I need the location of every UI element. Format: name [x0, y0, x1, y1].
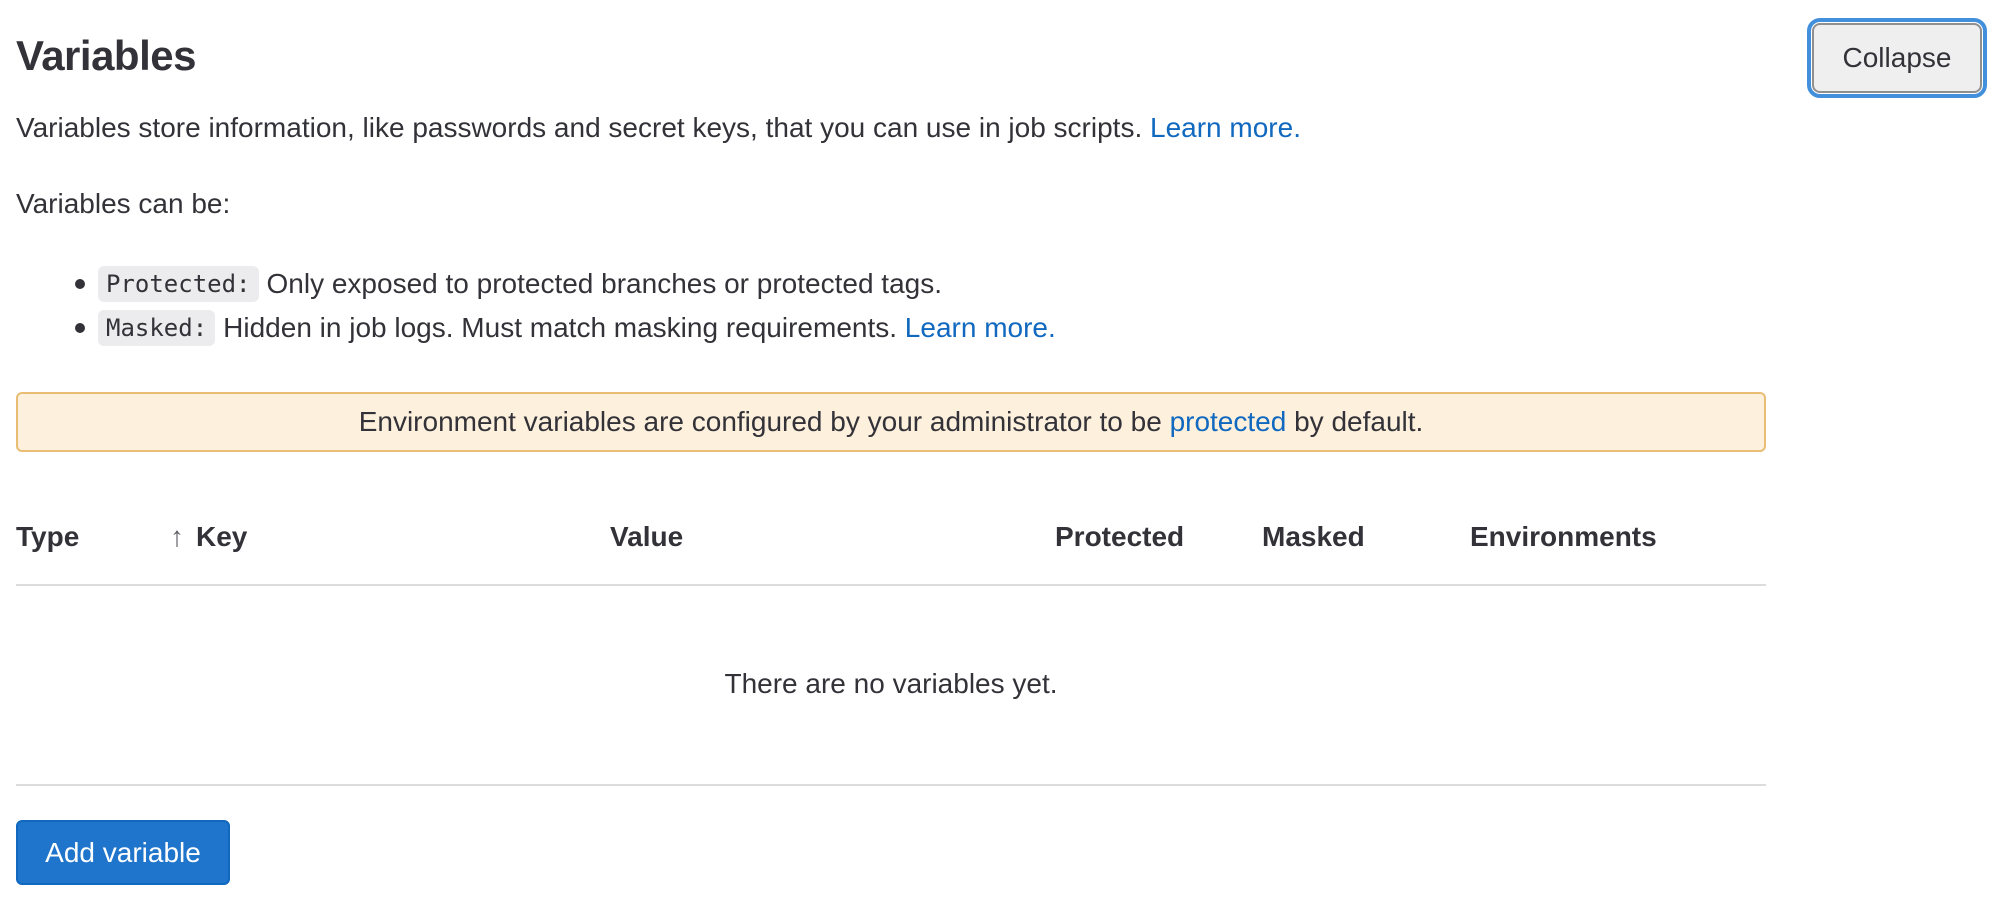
protected-description: Only exposed to protected branches or pr… — [266, 268, 943, 299]
arrow-up-icon: ↑ — [170, 521, 184, 552]
table-bottom-divider — [16, 784, 1766, 786]
masked-description: Hidden in job logs. Must match masking r… — [223, 312, 898, 343]
variable-options-list: Protected: Only exposed to protected bra… — [0, 262, 1056, 350]
variables-table-header: Type ↑ Key Value Protected Masked Enviro… — [16, 515, 1766, 583]
column-header-value[interactable]: Value — [610, 521, 683, 553]
masked-code: Masked: — [98, 310, 216, 346]
description-text: Variables store information, like passwo… — [16, 112, 1143, 143]
list-item-protected: Protected: Only exposed to protected bra… — [0, 262, 1056, 306]
empty-state-text: There are no variables yet. — [724, 668, 1058, 699]
add-variable-button[interactable]: Add variable — [16, 820, 230, 885]
section-description: Variables store information, like passwo… — [16, 112, 1301, 144]
column-header-environments[interactable]: Environments — [1470, 521, 1657, 553]
bullet-icon — [75, 323, 85, 333]
column-header-masked[interactable]: Masked — [1262, 521, 1365, 553]
variables-can-be-label: Variables can be: — [16, 188, 231, 219]
alert-text-before: Environment variables are configured by … — [358, 406, 1162, 437]
alert-text-after: by default. — [1294, 406, 1424, 437]
masking-learn-more-link[interactable]: Learn more. — [905, 312, 1056, 344]
section-title: Variables — [16, 32, 196, 79]
protected-link[interactable]: protected — [1170, 406, 1287, 438]
bullet-icon — [75, 279, 85, 289]
column-header-key[interactable]: ↑ Key — [170, 521, 247, 553]
column-header-protected[interactable]: Protected — [1055, 521, 1184, 553]
learn-more-link[interactable]: Learn more. — [1150, 112, 1301, 143]
protected-default-alert: Environment variables are configured by … — [16, 392, 1766, 452]
table-header-divider — [16, 584, 1766, 586]
list-item-masked: Masked: Hidden in job logs. Must match m… — [0, 306, 1056, 350]
column-header-type[interactable]: Type — [16, 521, 79, 553]
column-header-key-label: Key — [196, 521, 248, 552]
collapse-button[interactable]: Collapse — [1807, 18, 1987, 98]
protected-code: Protected: — [98, 266, 259, 302]
